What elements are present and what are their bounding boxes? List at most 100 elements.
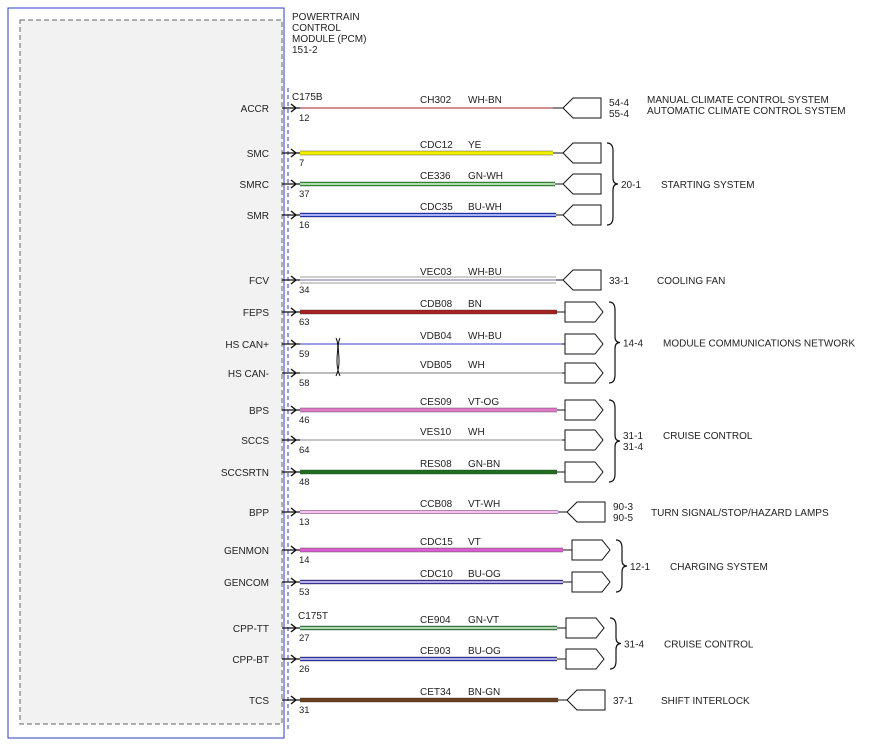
destination-label: MANUAL CLIMATE CONTROL SYSTEM: [647, 95, 829, 106]
pin-number: 13: [299, 517, 310, 528]
connector-icon: [565, 617, 605, 639]
destination-label: COOLING FAN: [657, 276, 725, 287]
wire-color-code: WH: [468, 427, 485, 438]
group-bracket: [609, 617, 622, 670]
pin-number: 31: [299, 705, 310, 716]
group-label: CHARGING SYSTEM: [670, 562, 768, 573]
destination-label: TURN SIGNAL/STOP/HAZARD LAMPS: [651, 508, 829, 519]
pin-label: SMC: [247, 149, 269, 160]
connector-icon: [566, 501, 606, 523]
group-bracket: [608, 399, 621, 483]
connector-icon: [562, 173, 602, 195]
module-title-line-3: MODULE (PCM): [292, 34, 366, 45]
pin-number: 64: [299, 445, 310, 456]
circuit-row: SMR 16 CDC35 BU-WH: [247, 202, 602, 231]
group-ref: 31-4: [623, 442, 643, 453]
group-ref: 31-1: [623, 431, 643, 442]
pin-number: 34: [299, 285, 310, 296]
group-label: STARTING SYSTEM: [661, 180, 755, 191]
destination-group: 20-1 STARTING SYSTEM: [606, 142, 755, 226]
destination-ref: 90-5: [613, 513, 633, 524]
wire-color-code: WH: [468, 360, 485, 371]
pin-number: 53: [299, 587, 310, 598]
circuit-number: CH302: [420, 95, 452, 106]
pcm-wiring-diagram: POWERTRAIN CONTROL MODULE (PCM) 151-2 C1…: [7, 7, 855, 739]
circuit-number: CES09: [420, 397, 452, 408]
wire-color-code: VT-OG: [468, 397, 499, 408]
connector-icon: [562, 204, 602, 226]
pin-label: HS CAN-: [228, 369, 269, 380]
connector-icon: [564, 461, 604, 483]
circuit-number: VDB05: [420, 360, 452, 371]
connector-icon: [571, 539, 611, 561]
group-ref: 12-1: [630, 562, 650, 573]
pin-label: CPP-BT: [232, 655, 269, 666]
destination-ref: 90-3: [613, 502, 633, 513]
connector-icon: [571, 571, 611, 593]
wire-color-code: WH-BU: [468, 267, 502, 278]
wire-color-code: BU-OG: [468, 646, 501, 657]
group-bracket: [615, 539, 628, 593]
pin-number: 7: [299, 158, 304, 169]
circuit-number: VEC03: [420, 267, 452, 278]
circuit-number: VES10: [420, 427, 452, 438]
circuit-row: BPS 46 CES09 VT-OG: [249, 397, 604, 426]
connector-icon: [564, 362, 604, 384]
pin-label: GENCOM: [224, 578, 269, 589]
circuit-row: SMRC 37 CE336 GN-WH: [240, 171, 602, 200]
wire-color-code: VT: [468, 537, 481, 548]
wire-color-code: GN-VT: [468, 615, 499, 626]
wire-color-code: BU-WH: [468, 202, 502, 213]
connector-icon: [566, 689, 606, 711]
group-label: MODULE COMMUNICATIONS NETWORK: [663, 339, 855, 350]
destination-ref: 55-4: [609, 109, 629, 120]
pin-label: BPP: [249, 508, 269, 519]
destination-group: 14-4 MODULE COMMUNICATIONS NETWORK: [608, 301, 855, 384]
circuit-number: CE903: [420, 646, 451, 657]
connector-icon: [564, 429, 604, 451]
groups-layer: 20-1 STARTING SYSTEM 14-4 MODULE COMMUNICAT…: [606, 142, 855, 670]
pin-number: 16: [299, 220, 310, 231]
circuit-row: CPP-TT 27 CE904 GN-VT: [233, 615, 605, 644]
pin-number: 58: [299, 378, 310, 389]
destination-group: 31-4 CRUISE CONTROL: [609, 617, 754, 670]
circuit-row: FCV 34 VEC03 WH-BU 33-1 COOLING FAN: [249, 267, 725, 296]
connector-icon: [564, 399, 604, 421]
pin-number: 48: [299, 477, 310, 488]
pin-label: HS CAN+: [225, 340, 269, 351]
wire-color-code: GN-BN: [468, 459, 500, 470]
group-ref: 31-4: [624, 640, 644, 651]
destination-ref: 54-4: [609, 98, 629, 109]
group-label: CRUISE CONTROL: [664, 640, 754, 651]
destination-label: SHIFT INTERLOCK: [661, 696, 750, 707]
pin-label: FEPS: [243, 308, 269, 319]
pin-label: SMRC: [240, 180, 269, 191]
circuit-number: CDC12: [420, 140, 453, 151]
destination-group: 12-1 CHARGING SYSTEM: [615, 539, 768, 593]
pin-number: 37: [299, 189, 310, 200]
group-ref: 14-4: [623, 339, 643, 350]
circuit-number: CDB08: [420, 299, 453, 310]
pin-label: SCCS: [241, 436, 269, 447]
circuit-number: RES08: [420, 459, 452, 470]
connector-icon: [565, 648, 605, 670]
circuit-number: CDC35: [420, 202, 453, 213]
circuit-number: CDC15: [420, 537, 453, 548]
circuit-number: CET34: [420, 687, 452, 698]
circuit-row: FEPS 63 CDB08 BN: [243, 299, 604, 328]
wire-color-code: WH-BN: [468, 95, 502, 106]
wire-color-code: BN-GN: [468, 687, 500, 698]
wire-color-code: WH-BU: [468, 331, 502, 342]
connector-label-c175t: C175T: [298, 611, 328, 622]
connector-label-c175b: C175B: [292, 92, 323, 103]
pin-number: 63: [299, 317, 310, 328]
pin-number: 27: [299, 633, 310, 644]
connector-icon: [562, 97, 602, 119]
connector-icon: [562, 142, 602, 164]
connector-icon: [564, 301, 604, 323]
circuit-row: TCS 31 CET34 BN-GN 37-1 SHIFT INTERLOCK: [249, 687, 750, 716]
pin-label: SCCSRTN: [221, 468, 269, 479]
group-ref: 20-1: [621, 180, 641, 191]
circuit-number: VDB04: [420, 331, 452, 342]
pin-number: 12: [299, 113, 310, 124]
